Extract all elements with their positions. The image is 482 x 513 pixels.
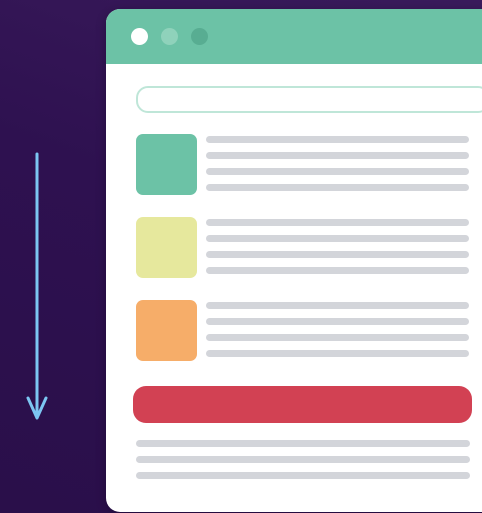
text-placeholder-line — [206, 251, 469, 258]
maximize-dot-icon[interactable] — [191, 28, 208, 45]
text-placeholder-line — [136, 472, 470, 479]
text-placeholder-line — [136, 456, 470, 463]
footer-text — [136, 439, 470, 489]
list-item[interactable] — [136, 300, 470, 362]
text-placeholder-line — [206, 168, 469, 175]
minimize-dot-icon[interactable] — [161, 28, 178, 45]
list-item-thumbnail — [136, 134, 197, 195]
list-item[interactable] — [136, 217, 470, 279]
close-dot-icon[interactable] — [131, 28, 148, 45]
text-placeholder-line — [206, 350, 469, 357]
primary-action-button[interactable] — [133, 386, 472, 423]
title-bar — [106, 9, 482, 64]
text-placeholder-line — [206, 219, 469, 226]
text-placeholder-line — [206, 152, 469, 159]
text-placeholder-line — [206, 318, 469, 325]
text-placeholder-line — [206, 334, 469, 341]
list-item-thumbnail — [136, 217, 197, 278]
list-item-thumbnail — [136, 300, 197, 361]
text-placeholder-line — [206, 302, 469, 309]
browser-window — [106, 9, 482, 512]
list-item[interactable] — [136, 134, 470, 196]
text-placeholder-line — [136, 440, 470, 447]
arrow-down-icon — [26, 152, 48, 420]
text-placeholder-line — [206, 184, 469, 191]
search-input[interactable] — [136, 86, 482, 113]
text-placeholder-line — [206, 136, 469, 143]
text-placeholder-line — [206, 267, 469, 274]
text-placeholder-line — [206, 235, 469, 242]
